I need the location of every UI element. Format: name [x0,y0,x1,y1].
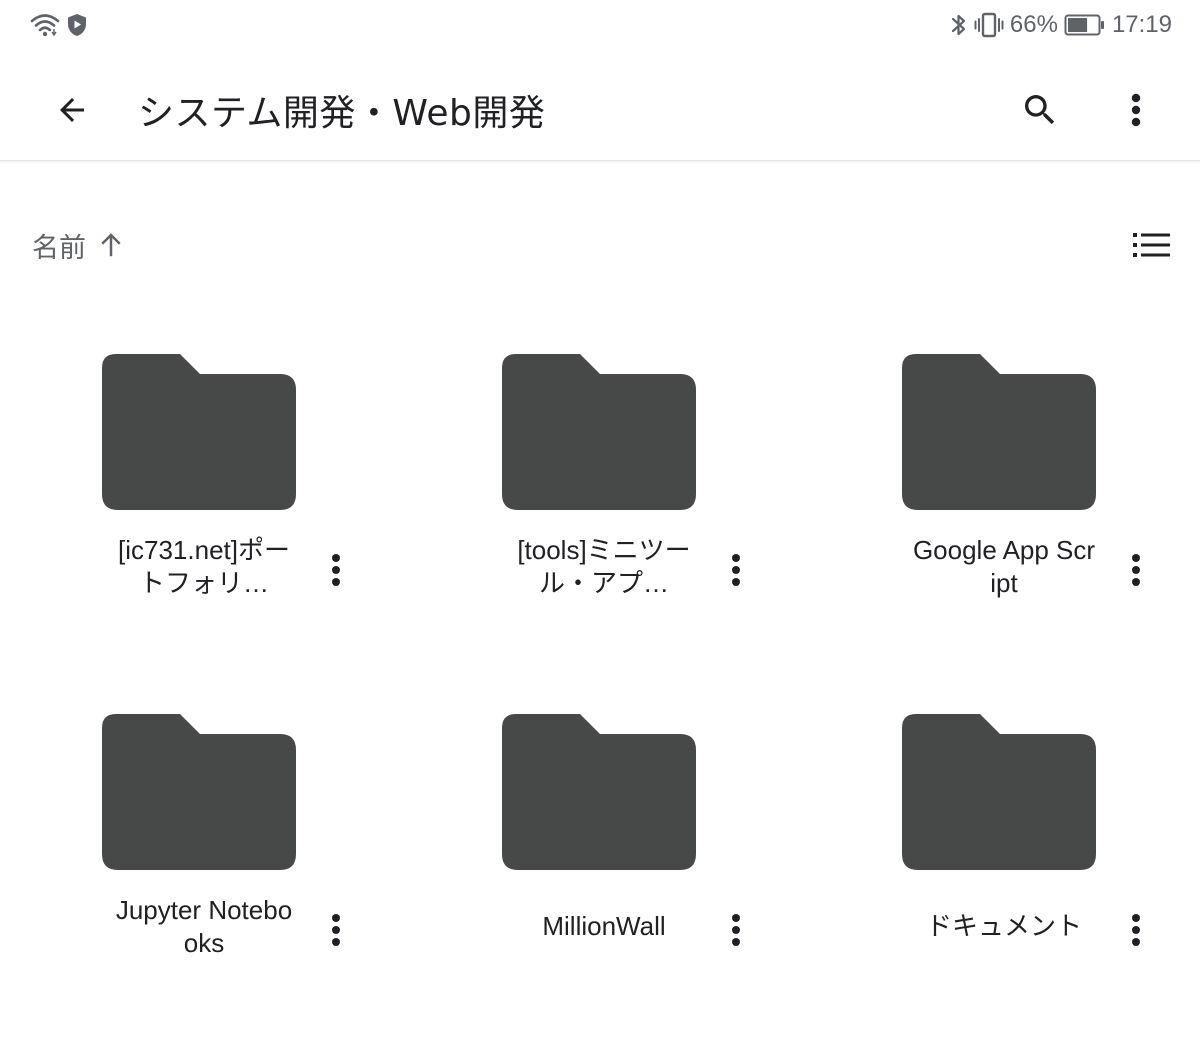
status-left-icons [30,10,88,40]
status-bar: 66% 17:19 [0,0,1200,50]
arrow-up-icon [101,233,121,257]
arrow-back-icon [60,98,84,122]
more-vert-icon [1131,93,1141,127]
more-vert-icon [332,914,340,946]
more-vert-icon [1132,554,1140,586]
more-options-button[interactable] [1104,78,1168,142]
folder-more-button[interactable] [712,906,760,954]
wifi-icon [30,12,60,38]
folder-item[interactable]: ドキュメント [800,714,1200,1034]
bluetooth-icon [950,11,968,39]
folder-icon [502,714,696,870]
folder-item[interactable]: Jupyter Notebooks [0,714,400,1034]
folder-item[interactable]: [ic731.net]ポートフォリ… [0,354,400,674]
sort-label: 名前 [32,232,86,264]
folder-name: [ic731.net]ポートフォリ… [118,535,290,598]
list-view-icon [1133,233,1170,257]
folder-icon [102,714,296,870]
folder-more-button[interactable] [1112,546,1160,594]
search-button[interactable] [1008,78,1072,142]
folder-icon [902,354,1096,510]
folder-item[interactable]: MillionWall [400,714,800,1034]
more-vert-icon [732,914,740,946]
clock: 17:19 [1111,11,1172,38]
search-icon [1025,95,1055,125]
more-vert-icon [332,554,340,586]
folder-item[interactable]: [tools]ミニツール・アプ… [400,354,800,674]
battery-icon [1064,13,1106,37]
folder-name: Google App Script [912,535,1096,598]
folder-more-button[interactable] [1112,906,1160,954]
folder-name: ドキュメント [925,911,1082,941]
battery-percent: 66% [1009,11,1058,38]
sort-by-name-control[interactable]: 名前 [32,222,126,268]
folder-name: [tools]ミニツール・アプ… [517,535,691,598]
top-app-bar: システム開発・Web開発 [0,50,1200,161]
vibrate-icon [974,11,1004,39]
folder-name: MillionWall [542,911,666,941]
folder-more-button[interactable] [312,546,360,594]
status-right-icons: 66% 17:19 [950,8,1172,42]
folder-name: Jupyter Notebooks [115,895,293,958]
folder-more-button[interactable] [312,906,360,954]
folder-more-button[interactable] [712,546,760,594]
page-title: システム開発・Web開発 [138,93,546,134]
folder-icon [502,354,696,510]
more-vert-icon [1132,914,1140,946]
folder-item[interactable]: Google App Script [800,354,1200,674]
back-button[interactable] [40,78,104,142]
folder-icon [902,714,1096,870]
folder-icon [102,354,296,510]
list-view-toggle[interactable] [1124,222,1180,268]
vpn-shield-icon [66,12,88,38]
more-vert-icon [732,554,740,586]
